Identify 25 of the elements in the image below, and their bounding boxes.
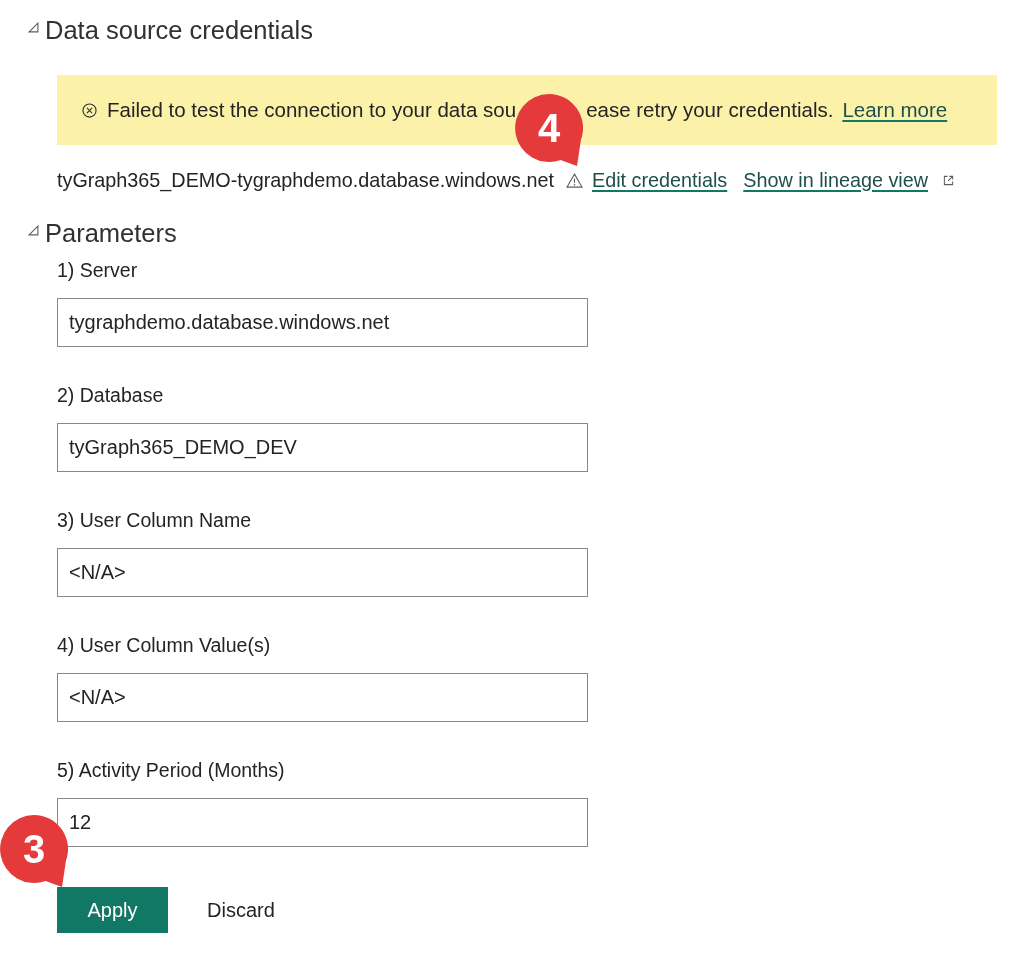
banner-message: ease retry your credentials. (586, 98, 834, 122)
collapse-triangle-icon (28, 21, 39, 33)
field-label: 5) Activity Period (Months) (57, 759, 285, 781)
data-source-name: tyGraph365_DEMO-tygraphdemo.database.windows.net (57, 168, 554, 192)
text-field[interactable]: 12 (57, 798, 588, 847)
text-link[interactable]: Edit credentials (592, 168, 728, 192)
primary-button[interactable]: Apply (57, 887, 168, 933)
field-label: 3) User Column Name (57, 509, 251, 531)
step-number-badge: 3 (0, 815, 70, 889)
field-label: 2) Database (57, 384, 164, 406)
banner-message: Failed to test the connection to your data sou (107, 98, 517, 122)
text-field[interactable]: tyGraph365_DEMO_DEV (57, 423, 588, 472)
collapse-triangle-icon (28, 224, 39, 236)
error-icon (82, 102, 97, 118)
field-label: 4) User Column Value(s) (57, 634, 271, 656)
text-field[interactable]: tygraphdemo.database.windows.net (57, 298, 588, 347)
text-field[interactable]: <N/A> (57, 673, 588, 722)
step-number-badge: 4 (515, 94, 586, 168)
text-button[interactable]: Discard (188, 887, 294, 933)
field-label: 1) Server (57, 259, 138, 281)
section-header[interactable]: Data source credentials (28, 14, 313, 46)
section-header[interactable]: Parameters (28, 217, 177, 249)
learn-more-link[interactable]: Learn more (842, 98, 948, 122)
text-field[interactable]: <N/A> (57, 548, 588, 597)
text-link[interactable]: Show in lineage view (743, 168, 928, 192)
